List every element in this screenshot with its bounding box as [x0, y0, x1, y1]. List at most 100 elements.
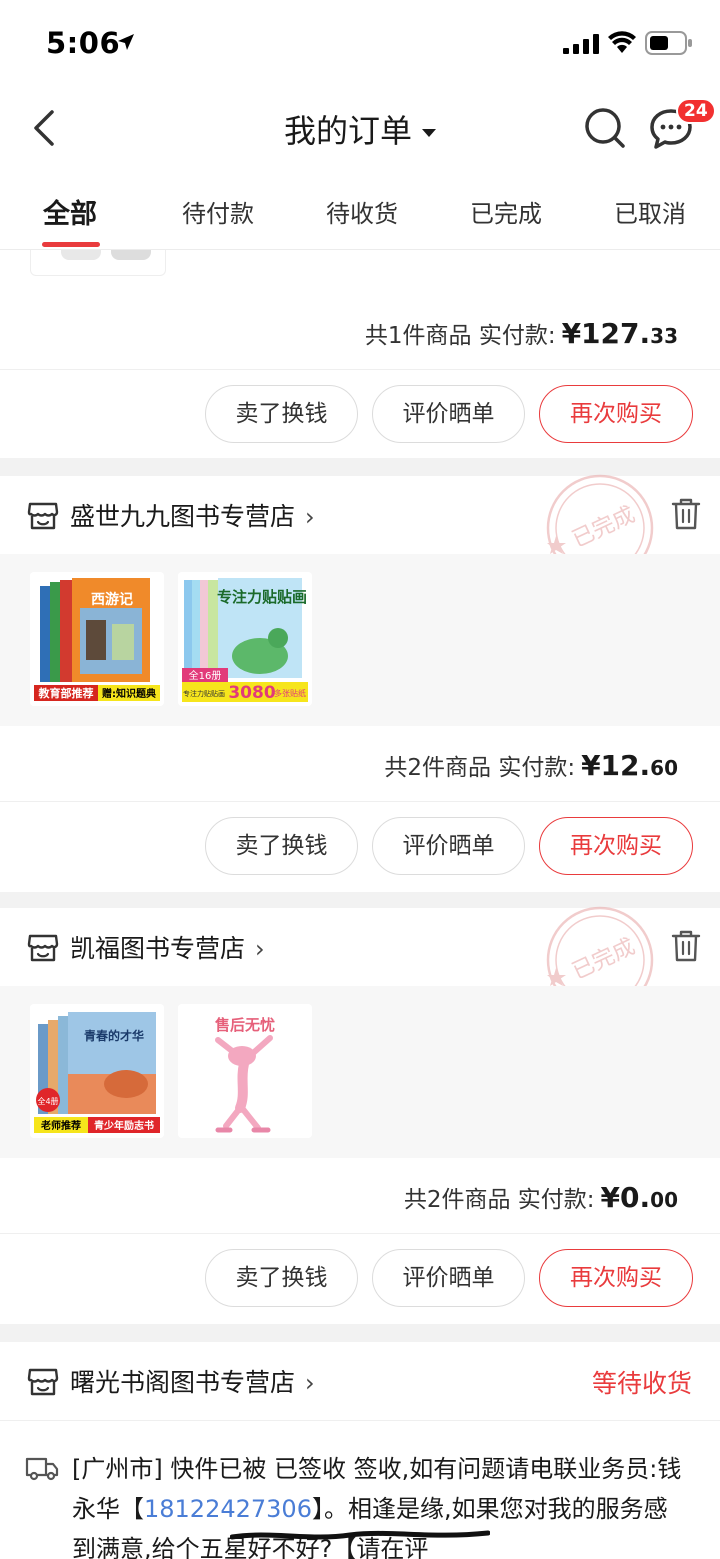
- paid-label: 实付款:: [517, 1187, 595, 1213]
- store-icon: [27, 502, 59, 530]
- product-banner-right: 青少年励志书: [94, 1119, 154, 1132]
- review-button[interactable]: 评价晒单: [372, 817, 525, 875]
- product-subtitle: 专注力贴贴画: [183, 689, 225, 698]
- search-button[interactable]: [582, 105, 628, 151]
- stamp-text: 已完成: [569, 502, 639, 553]
- review-button[interactable]: 评价晒单: [372, 385, 525, 443]
- order-total: 共2件商品 实付款: ¥12.60: [384, 748, 678, 782]
- sell-button[interactable]: 卖了换钱: [205, 817, 358, 875]
- order-card: 曙光书阁图书专营店 › 等待收货 [广州市] 快件已被 已签收 签收,如有问题请电…: [0, 1342, 720, 1559]
- active-tab-indicator: [42, 242, 100, 247]
- after-sale-text: 售后无忧: [215, 1016, 275, 1034]
- tab-all[interactable]: 全部: [43, 192, 97, 231]
- chevron-right-icon: ›: [305, 1369, 315, 1397]
- tab-completed[interactable]: 已完成: [470, 194, 542, 229]
- order-card-partial-goods: [0, 250, 720, 294]
- product-banner-left: 教育部推荐: [38, 686, 94, 700]
- item-count: 共1件商品: [364, 323, 472, 349]
- order-card: 凯福图书专营店 › 已完成 青春的才华 全4册 老师推荐 青少年励志书 售后无忧…: [0, 906, 720, 1324]
- shop-name-label: 盛世九九图书专营店: [70, 502, 296, 531]
- cellular-signal-icon: [563, 34, 599, 54]
- sell-button[interactable]: 卖了换钱: [205, 1249, 358, 1307]
- order-total-row: 共2件商品 实付款: ¥12.60: [0, 726, 720, 802]
- after-sale-card: 售后无忧: [178, 1004, 312, 1138]
- paid-amount: ¥12.: [581, 749, 651, 782]
- product-banner-left: 老师推荐: [40, 1119, 81, 1132]
- logistics-info[interactable]: [广州市] 快件已被 已签收 签收,如有问题请电联业务员:钱永华【1812242…: [0, 1420, 720, 1559]
- product-thumbnail[interactable]: 西游记 教育部推荐 赠:知识题典: [30, 572, 164, 706]
- message-count-badge: 24: [676, 98, 716, 124]
- order-actions: 卖了换钱 评价晒单 再次购买: [0, 1235, 720, 1321]
- caret-down-icon: [422, 129, 436, 137]
- order-goods: 西游记 教育部推荐 赠:知识题典 专注力贴贴画 全16册 专注力贴贴画 3080…: [0, 554, 720, 726]
- product-thumbnail[interactable]: 青春的才华 全4册 老师推荐 青少年励志书: [30, 1004, 164, 1138]
- rebuy-button[interactable]: 再次购买: [539, 817, 693, 875]
- product-thumbnail[interactable]: [30, 250, 166, 276]
- book-cover-qingchun: 青春的才华 全4册 老师推荐 青少年励志书: [30, 1004, 164, 1138]
- tab-cancelled[interactable]: 已取消: [614, 194, 686, 229]
- shop-header[interactable]: 凯福图书专营店 › 已完成: [0, 906, 720, 1014]
- tab-pending-payment[interactable]: 待付款: [182, 194, 254, 229]
- paid-amount: ¥127.: [561, 317, 651, 350]
- paid-label: 实付款:: [498, 755, 576, 781]
- status-time: 5:06: [46, 26, 121, 60]
- battery-icon: [645, 31, 692, 55]
- shop-name-label: 凯福图书专营店: [70, 934, 246, 963]
- paid-label: 实付款:: [478, 323, 556, 349]
- courier-phone-link[interactable]: 18122427306: [144, 1495, 312, 1523]
- shop-name[interactable]: 盛世九九图书专营店 ›: [70, 497, 315, 533]
- tab-pending-receipt[interactable]: 待收货: [326, 194, 398, 229]
- product-banner-right: 赠:知识题典: [102, 687, 156, 700]
- review-button[interactable]: 评价晒单: [372, 1249, 525, 1307]
- sticker-count: 3080: [228, 683, 275, 703]
- order-total: 共2件商品 实付款: ¥0.00: [404, 1180, 678, 1214]
- paid-amount-decimal: 33: [650, 324, 678, 348]
- order-total-row: 共1件商品 实付款: ¥127.33: [0, 294, 720, 370]
- product-thumbnail[interactable]: 售后无忧: [178, 1004, 312, 1138]
- item-count: 共2件商品: [384, 755, 491, 781]
- book-title: 西游记: [91, 591, 133, 608]
- shop-name[interactable]: 凯福图书专营店 ›: [70, 929, 265, 965]
- status-bar: 5:06: [0, 0, 720, 88]
- product-badge: 全16册: [189, 669, 222, 682]
- chevron-right-icon: ›: [255, 935, 265, 963]
- book-title: 专注力贴贴画: [217, 588, 307, 606]
- sell-button[interactable]: 卖了换钱: [205, 385, 358, 443]
- paid-amount-decimal: 60: [650, 756, 678, 780]
- shop-name[interactable]: 曙光书阁图书专营店 ›: [70, 1363, 315, 1399]
- rebuy-button[interactable]: 再次购买: [539, 1249, 693, 1307]
- delete-order-icon[interactable]: [670, 496, 702, 532]
- shop-header[interactable]: 曙光书阁图书专营店 › 等待收货: [0, 1342, 720, 1420]
- store-icon: [27, 934, 59, 962]
- order-goods: 青春的才华 全4册 老师推荐 青少年励志书 售后无忧: [0, 986, 720, 1158]
- store-icon: [27, 1368, 59, 1396]
- book-cover-xiyouji: 西游记 教育部推荐 赠:知识题典: [30, 572, 164, 706]
- product-thumbnail[interactable]: 专注力贴贴画 全16册 专注力贴贴画 3080 多张贴纸: [178, 572, 312, 706]
- sticker-count-label: 多张贴纸: [274, 688, 306, 698]
- order-actions: 卖了换钱 评价晒单 再次购买: [0, 371, 720, 457]
- stamp-text: 已完成: [569, 934, 639, 985]
- rebuy-button[interactable]: 再次购买: [539, 385, 693, 443]
- location-arrow-icon: [118, 34, 134, 50]
- product-badge: 全4册: [37, 1096, 58, 1106]
- order-list[interactable]: 共1件商品 实付款: ¥127.33 卖了换钱 评价晒单 再次购买 盛世九九图书专…: [0, 250, 720, 1559]
- delete-order-icon[interactable]: [670, 928, 702, 964]
- paid-amount: ¥0.: [600, 1181, 651, 1214]
- book-title: 青春的才华: [84, 1028, 144, 1043]
- order-actions: 卖了换钱 评价晒单 再次购买: [0, 803, 720, 889]
- chevron-right-icon: ›: [305, 503, 315, 531]
- item-count: 共2件商品: [403, 1187, 511, 1213]
- order-status: 等待收货: [591, 1369, 692, 1398]
- wifi-icon: [608, 31, 636, 53]
- order-total-row: 共2件商品 实付款: ¥0.00: [0, 1158, 720, 1234]
- redaction-scribble: [230, 1530, 490, 1540]
- shop-header[interactable]: 盛世九九图书专营店 › 已完成: [0, 474, 720, 582]
- order-total: 共1件商品 实付款: ¥127.33: [365, 316, 678, 350]
- order-tabs: 全部 待付款 待收货 已完成 已取消: [0, 168, 720, 250]
- shop-name-label: 曙光书阁图书专营店: [70, 1368, 296, 1397]
- paid-amount-decimal: 00: [650, 1188, 678, 1212]
- page-title: 我的订单: [283, 112, 412, 150]
- nav-bar: 我的订单 24: [0, 88, 720, 168]
- book-cover-sticker: 专注力贴贴画 全16册 专注力贴贴画 3080 多张贴纸: [178, 572, 312, 706]
- truck-icon: [25, 1457, 59, 1481]
